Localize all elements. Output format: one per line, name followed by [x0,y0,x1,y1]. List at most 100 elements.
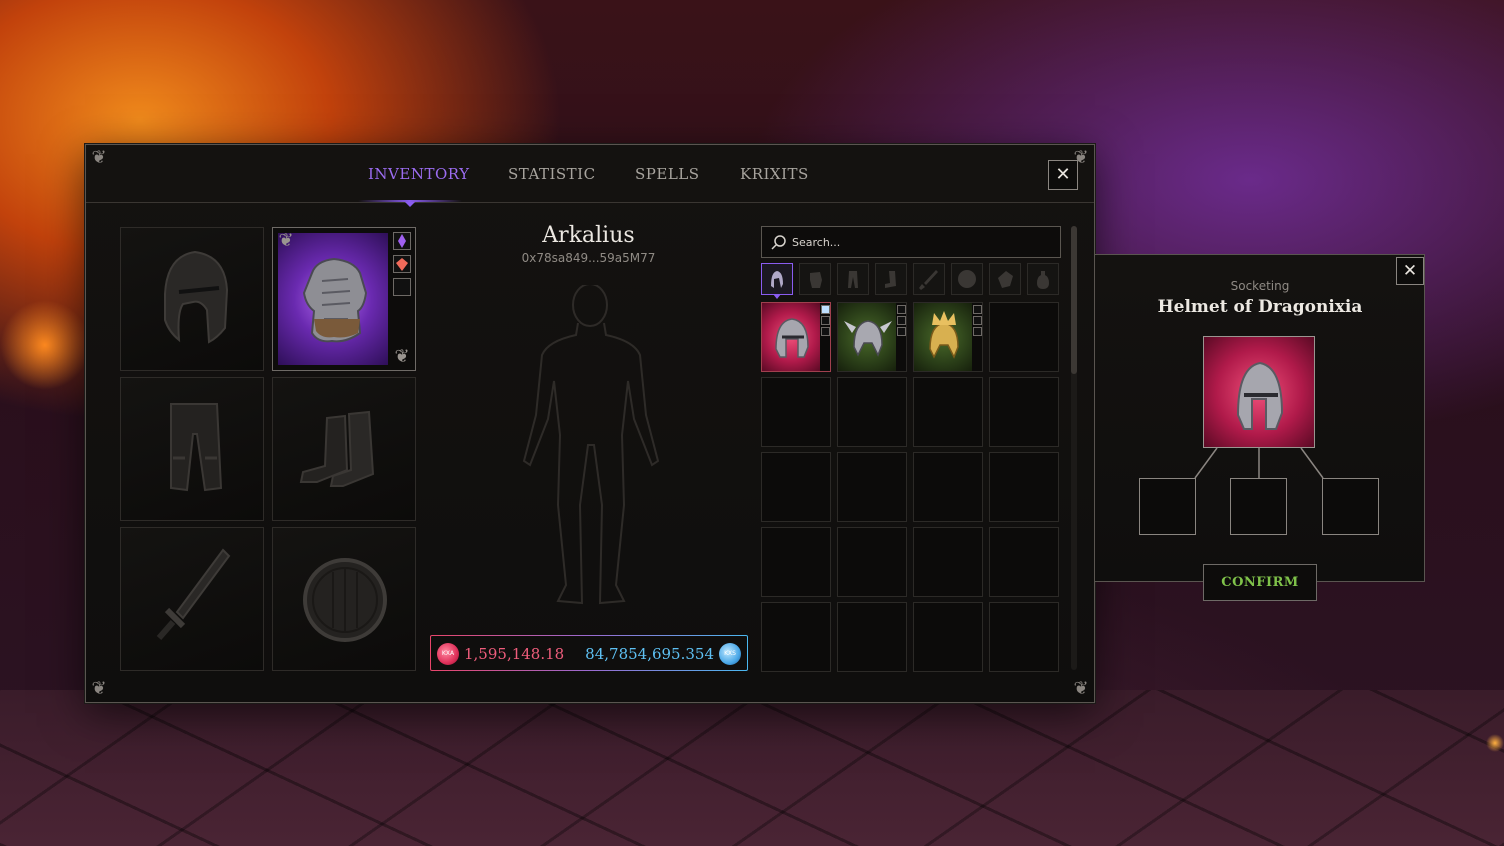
tab-inventory[interactable]: INVENTORY [368,165,470,183]
inventory-slot-empty[interactable] [989,302,1059,372]
inventory-slot-empty[interactable] [989,527,1059,597]
background-ember [1486,734,1504,752]
equip-slot-shield[interactable] [272,527,416,671]
close-button[interactable]: ✕ [1048,160,1078,190]
inventory-slot-empty[interactable] [761,377,831,447]
background-lava [0,300,90,390]
filter-boots[interactable] [875,263,907,295]
search-icon [771,235,786,250]
tab-bar: INVENTORY STATISTIC SPELLS KRIXITS [86,145,1094,207]
inventory-slot-empty[interactable] [761,452,831,522]
inventory-slot-empty[interactable] [989,602,1059,672]
inventory-slot-empty[interactable] [761,527,831,597]
tab-statistic[interactable]: STATISTIC [508,165,596,183]
wallet-address: 0x78sa849...59a5M77 [521,251,656,265]
filter-gauntlets[interactable] [989,263,1021,295]
shield-icon [958,270,976,288]
inventory-slot-empty[interactable] [837,452,907,522]
equip-slot-pants[interactable] [120,377,264,521]
inventory-slot-empty[interactable] [913,452,983,522]
scrollbar-thumb[interactable] [1071,226,1077,374]
socket-indicator-empty [973,316,982,325]
character-name: Arkalius [542,223,635,248]
gem-socket-3[interactable] [1322,478,1379,535]
confirm-button[interactable]: CONFIRM [1203,564,1317,601]
purple-gem-icon [398,234,406,248]
red-helmet-item [762,303,820,371]
red-token-icon: KXA [437,643,459,665]
gem-slot-empty[interactable] [393,278,411,296]
boots-icon [299,410,375,487]
sword-icon [156,548,231,640]
boots-icon [885,271,896,288]
active-tab-caret [405,202,415,207]
filter-pants[interactable] [837,263,869,295]
gem-socket-2[interactable] [1230,478,1287,535]
chest-icon [810,272,822,288]
filter-weapons[interactable] [913,263,945,295]
chest-armor-icon [302,257,368,343]
search-input[interactable] [792,227,1052,257]
winged-helmet-icon [844,320,892,357]
gem-socket-1[interactable] [1139,478,1196,535]
inventory-slot-empty[interactable] [837,527,907,597]
equip-slot-chest[interactable]: ❦ ❦ [272,227,416,371]
socket-indicator-empty [897,327,906,336]
socket-indicator-empty [821,316,830,325]
ornament-corner-icon: ❦ [91,678,107,699]
gauntlet-icon [998,271,1013,288]
helmet-icon [1236,361,1284,430]
inventory-window: ❦ ❦ ❦ ❦ INVENTORY STATISTIC SPELLS KRIXI… [85,144,1095,703]
equip-slot-weapon[interactable] [120,527,264,671]
helmet-icon [164,250,229,344]
inventory-slot-gold-helmet[interactable] [913,302,983,372]
filter-helmets[interactable] [761,263,793,295]
inventory-slot-empty[interactable] [989,452,1059,522]
inventory-slot-red-helmet[interactable] [761,302,831,372]
ornament-corner-icon: ❦ [394,346,410,367]
chest-armor-item [278,233,388,365]
winged-helmet-item [838,303,896,371]
socket-indicator-empty [973,305,982,314]
blue-token-icon: KXS [719,643,741,665]
equip-slot-boots[interactable] [272,377,416,521]
gem-slot-amethyst[interactable] [393,232,411,250]
inventory-slot-empty[interactable] [837,377,907,447]
socket-indicator-empty [897,316,906,325]
pants-icon [170,403,223,492]
inventory-slot-empty[interactable] [913,527,983,597]
inventory-slot-empty[interactable] [837,602,907,672]
inventory-slot-empty[interactable] [913,377,983,447]
potion-icon [1037,271,1049,289]
socketing-item-preview [1203,336,1315,448]
inventory-slot-empty[interactable] [761,602,831,672]
helmet-icon [775,318,809,358]
inventory-scrollbar[interactable] [1071,226,1077,670]
ornament-corner-icon: ❦ [1073,678,1089,699]
sword-icon [919,270,938,290]
gem-slot-ruby[interactable] [393,255,411,273]
active-filter-caret [773,294,781,299]
helmet-icon [771,271,783,288]
pants-icon [848,271,858,288]
socket-indicator-empty [897,305,906,314]
tab-krixits[interactable]: KRIXITS [740,165,809,183]
gold-crown-helmet-item [914,303,972,371]
filter-shields[interactable] [951,263,983,295]
inventory-slot-winged-helmet[interactable] [837,302,907,372]
red-gem-icon [396,258,408,271]
ornament-corner-icon: ❦ [278,230,294,251]
socket-indicator-empty [973,327,982,336]
shield-icon [303,558,387,642]
socket-indicator-gem [821,305,830,314]
inventory-slot-empty[interactable] [913,602,983,672]
background-ground [0,690,1504,846]
red-token-balance: 1,595,148.18 [464,645,565,663]
tab-spells[interactable]: SPELLS [635,165,700,183]
crown-helmet-icon [929,311,959,359]
character-silhouette [522,285,660,605]
filter-consumables[interactable] [1027,263,1059,295]
inventory-slot-empty[interactable] [989,377,1059,447]
filter-chest[interactable] [799,263,831,295]
equip-slot-helmet[interactable] [120,227,264,371]
